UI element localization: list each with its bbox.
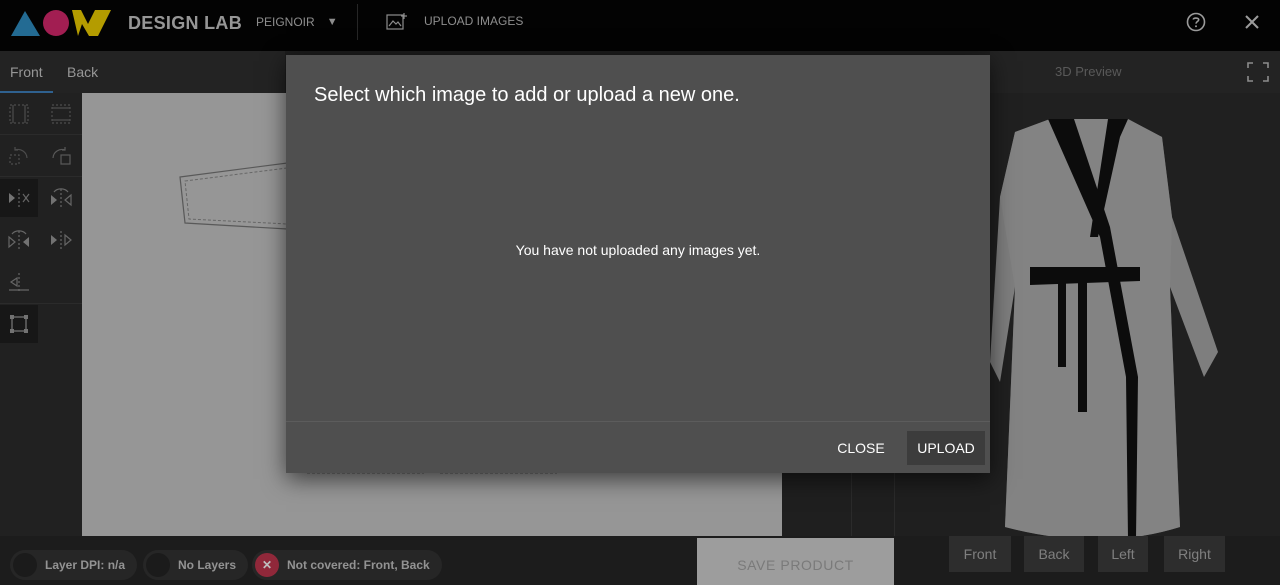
dialog-title: Select which image to add or upload a ne…	[314, 84, 740, 106]
image-select-dialog: Select which image to add or upload a ne…	[286, 55, 990, 473]
close-button[interactable]: CLOSE	[831, 431, 891, 465]
dialog-divider	[286, 421, 990, 422]
empty-state-message: You have not uploaded any images yet.	[515, 242, 761, 258]
upload-button[interactable]: UPLOAD	[907, 431, 985, 465]
